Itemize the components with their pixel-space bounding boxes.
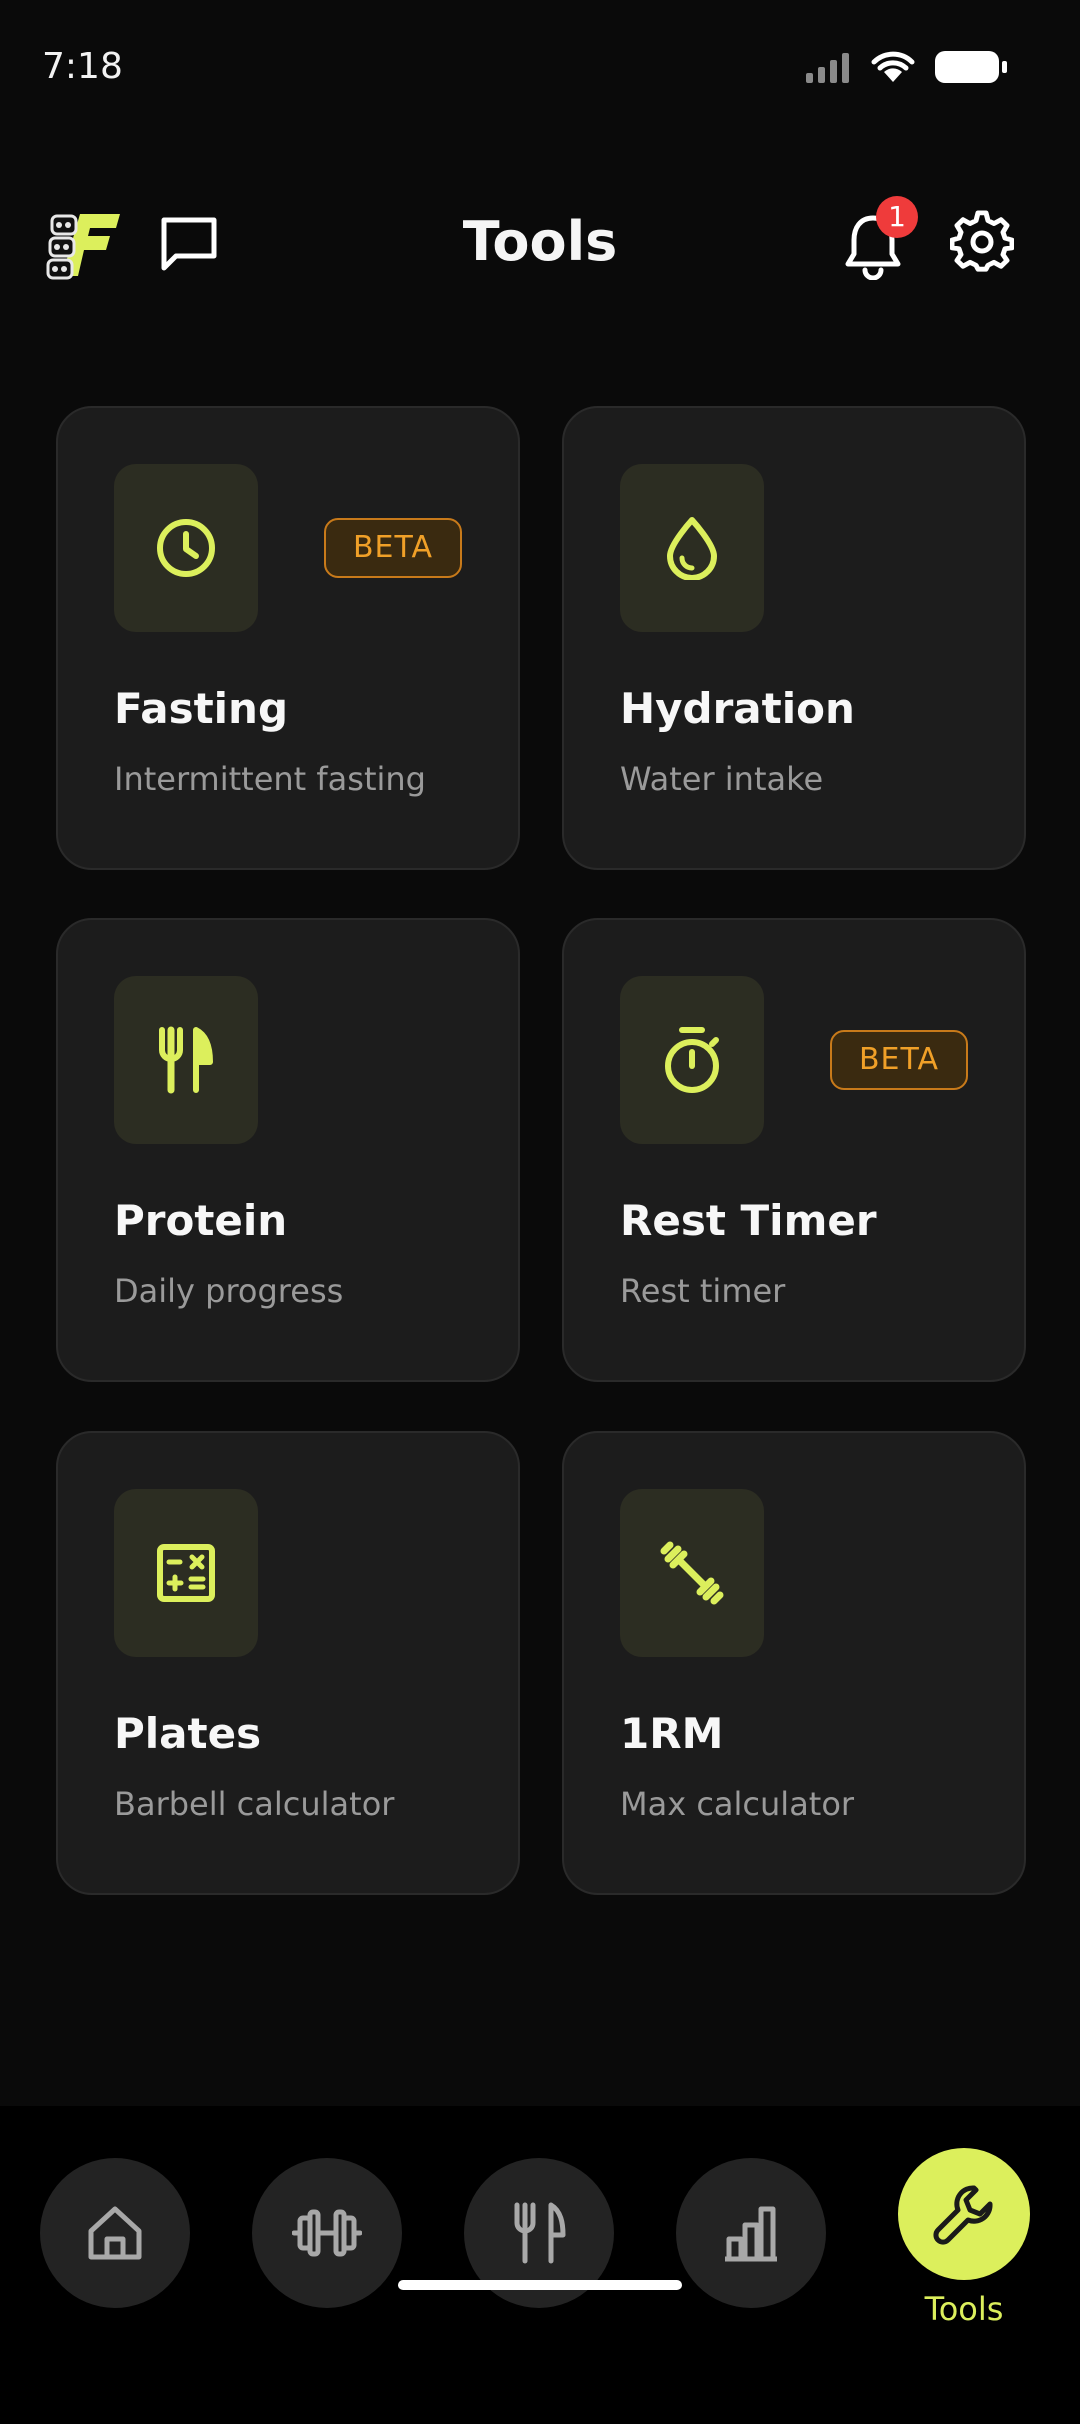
tool-icon-box: [620, 1489, 764, 1657]
tool-subtitle: Barbell calculator: [114, 1785, 395, 1823]
fork-knife-icon: [514, 2202, 566, 2264]
home-indicator[interactable]: [398, 2280, 682, 2290]
tool-title: Protein: [114, 1196, 288, 1245]
battery-icon: [935, 51, 1007, 83]
notification-count-badge: 1: [876, 196, 918, 238]
app-logo[interactable]: [46, 206, 122, 282]
beta-badge: BETA: [830, 1030, 968, 1090]
tool-icon-box: [114, 976, 258, 1144]
tool-icon-box: [114, 464, 258, 632]
tool-title: Fasting: [114, 684, 289, 733]
tool-card-plates[interactable]: Plates Barbell calculator: [56, 1431, 520, 1895]
tool-card-protein[interactable]: Protein Daily progress: [56, 918, 520, 1382]
chat-button[interactable]: [158, 212, 220, 274]
wrench-icon: [933, 2185, 993, 2245]
calculator-icon: [157, 1544, 215, 1602]
home-icon: [88, 2206, 142, 2260]
top-app-bar: Tools 1: [0, 190, 1080, 300]
wifi-icon: [871, 51, 915, 82]
cellular-signal-icon: [806, 53, 849, 83]
tool-subtitle: Rest timer: [620, 1272, 786, 1310]
fork-knife-icon: [159, 1026, 213, 1094]
tool-card-fasting[interactable]: BETA Fasting Intermittent fasting: [56, 406, 520, 870]
chat-bubble-icon: [161, 217, 217, 271]
dumbbell-icon: [660, 1541, 724, 1605]
nav-home[interactable]: [40, 2158, 190, 2308]
nav-tools[interactable]: [898, 2148, 1030, 2280]
nav-progress[interactable]: [676, 2158, 826, 2308]
status-time: 7:18: [42, 46, 123, 87]
settings-button[interactable]: [949, 210, 1015, 274]
tool-subtitle: Water intake: [620, 760, 824, 798]
stopwatch-icon: [665, 1027, 719, 1093]
tool-title: Rest Timer: [620, 1196, 877, 1245]
nav-workouts[interactable]: [252, 2158, 402, 2308]
gear-icon: [949, 210, 1015, 272]
tool-subtitle: Max calculator: [620, 1785, 855, 1823]
tool-card-rest-timer[interactable]: BETA Rest Timer Rest timer: [562, 918, 1026, 1382]
tool-title: 1RM: [620, 1709, 724, 1758]
tool-card-hydration[interactable]: Hydration Water intake: [562, 406, 1026, 870]
status-icons: [804, 50, 1008, 84]
tool-icon-box: [620, 464, 764, 632]
tool-icon-box: [620, 976, 764, 1144]
bottom-navigation: Tools: [0, 2106, 1080, 2424]
tool-card-1rm[interactable]: 1RM Max calculator: [562, 1431, 1026, 1895]
app-logo-icon: [46, 214, 120, 280]
status-bar: 7:18: [0, 0, 1080, 140]
tool-title: Plates: [114, 1709, 262, 1758]
tool-icon-box: [114, 1489, 258, 1657]
tool-title: Hydration: [620, 684, 855, 733]
tool-subtitle: Daily progress: [114, 1272, 344, 1310]
nav-tools-label: Tools: [924, 2290, 1004, 2328]
clock-icon: [157, 519, 215, 577]
water-drop-icon: [667, 517, 717, 580]
bar-chart-icon: [725, 2206, 777, 2262]
beta-badge: BETA: [324, 518, 462, 578]
dumbbell-icon: [292, 2209, 362, 2257]
tool-subtitle: Intermittent fasting: [114, 760, 426, 798]
